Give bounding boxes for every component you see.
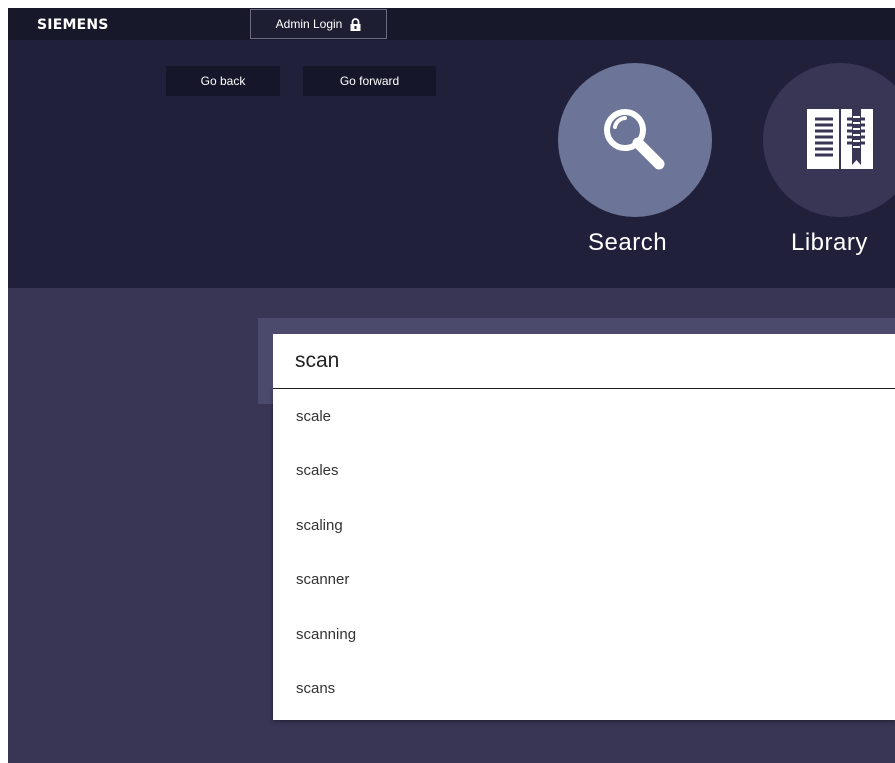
lock-icon [350,17,361,31]
go-back-button[interactable]: Go back [166,66,280,96]
top-bar: SIEMENS Admin Login [8,8,895,40]
search-input[interactable] [273,334,895,389]
autocomplete-list: scale scales scaling scanner scanning sc… [273,389,895,720]
library-tile-label[interactable]: Library [791,229,868,257]
suggestion-item[interactable]: scanner [273,553,895,608]
book-icon [807,109,873,169]
admin-login-label: Admin Login [275,17,343,31]
library-tile[interactable] [763,63,895,217]
search-tile-label[interactable]: Search [588,229,667,257]
go-forward-button[interactable]: Go forward [303,66,436,96]
suggestion-item[interactable]: scaling [273,498,895,553]
search-tile[interactable] [558,63,712,217]
magnifier-icon [604,109,665,170]
app-window: SIEMENS Admin Login Go back Go forward S… [8,8,895,763]
admin-login-button[interactable]: Admin Login [250,9,387,39]
suggestion-item[interactable]: scales [273,444,895,499]
suggestion-item[interactable]: scanning [273,607,895,662]
header: Go back Go forward Search Library [8,40,895,288]
suggestion-item[interactable]: scans [273,662,895,717]
siemens-logo: SIEMENS [37,17,109,33]
suggestion-item[interactable]: scale [273,389,895,444]
